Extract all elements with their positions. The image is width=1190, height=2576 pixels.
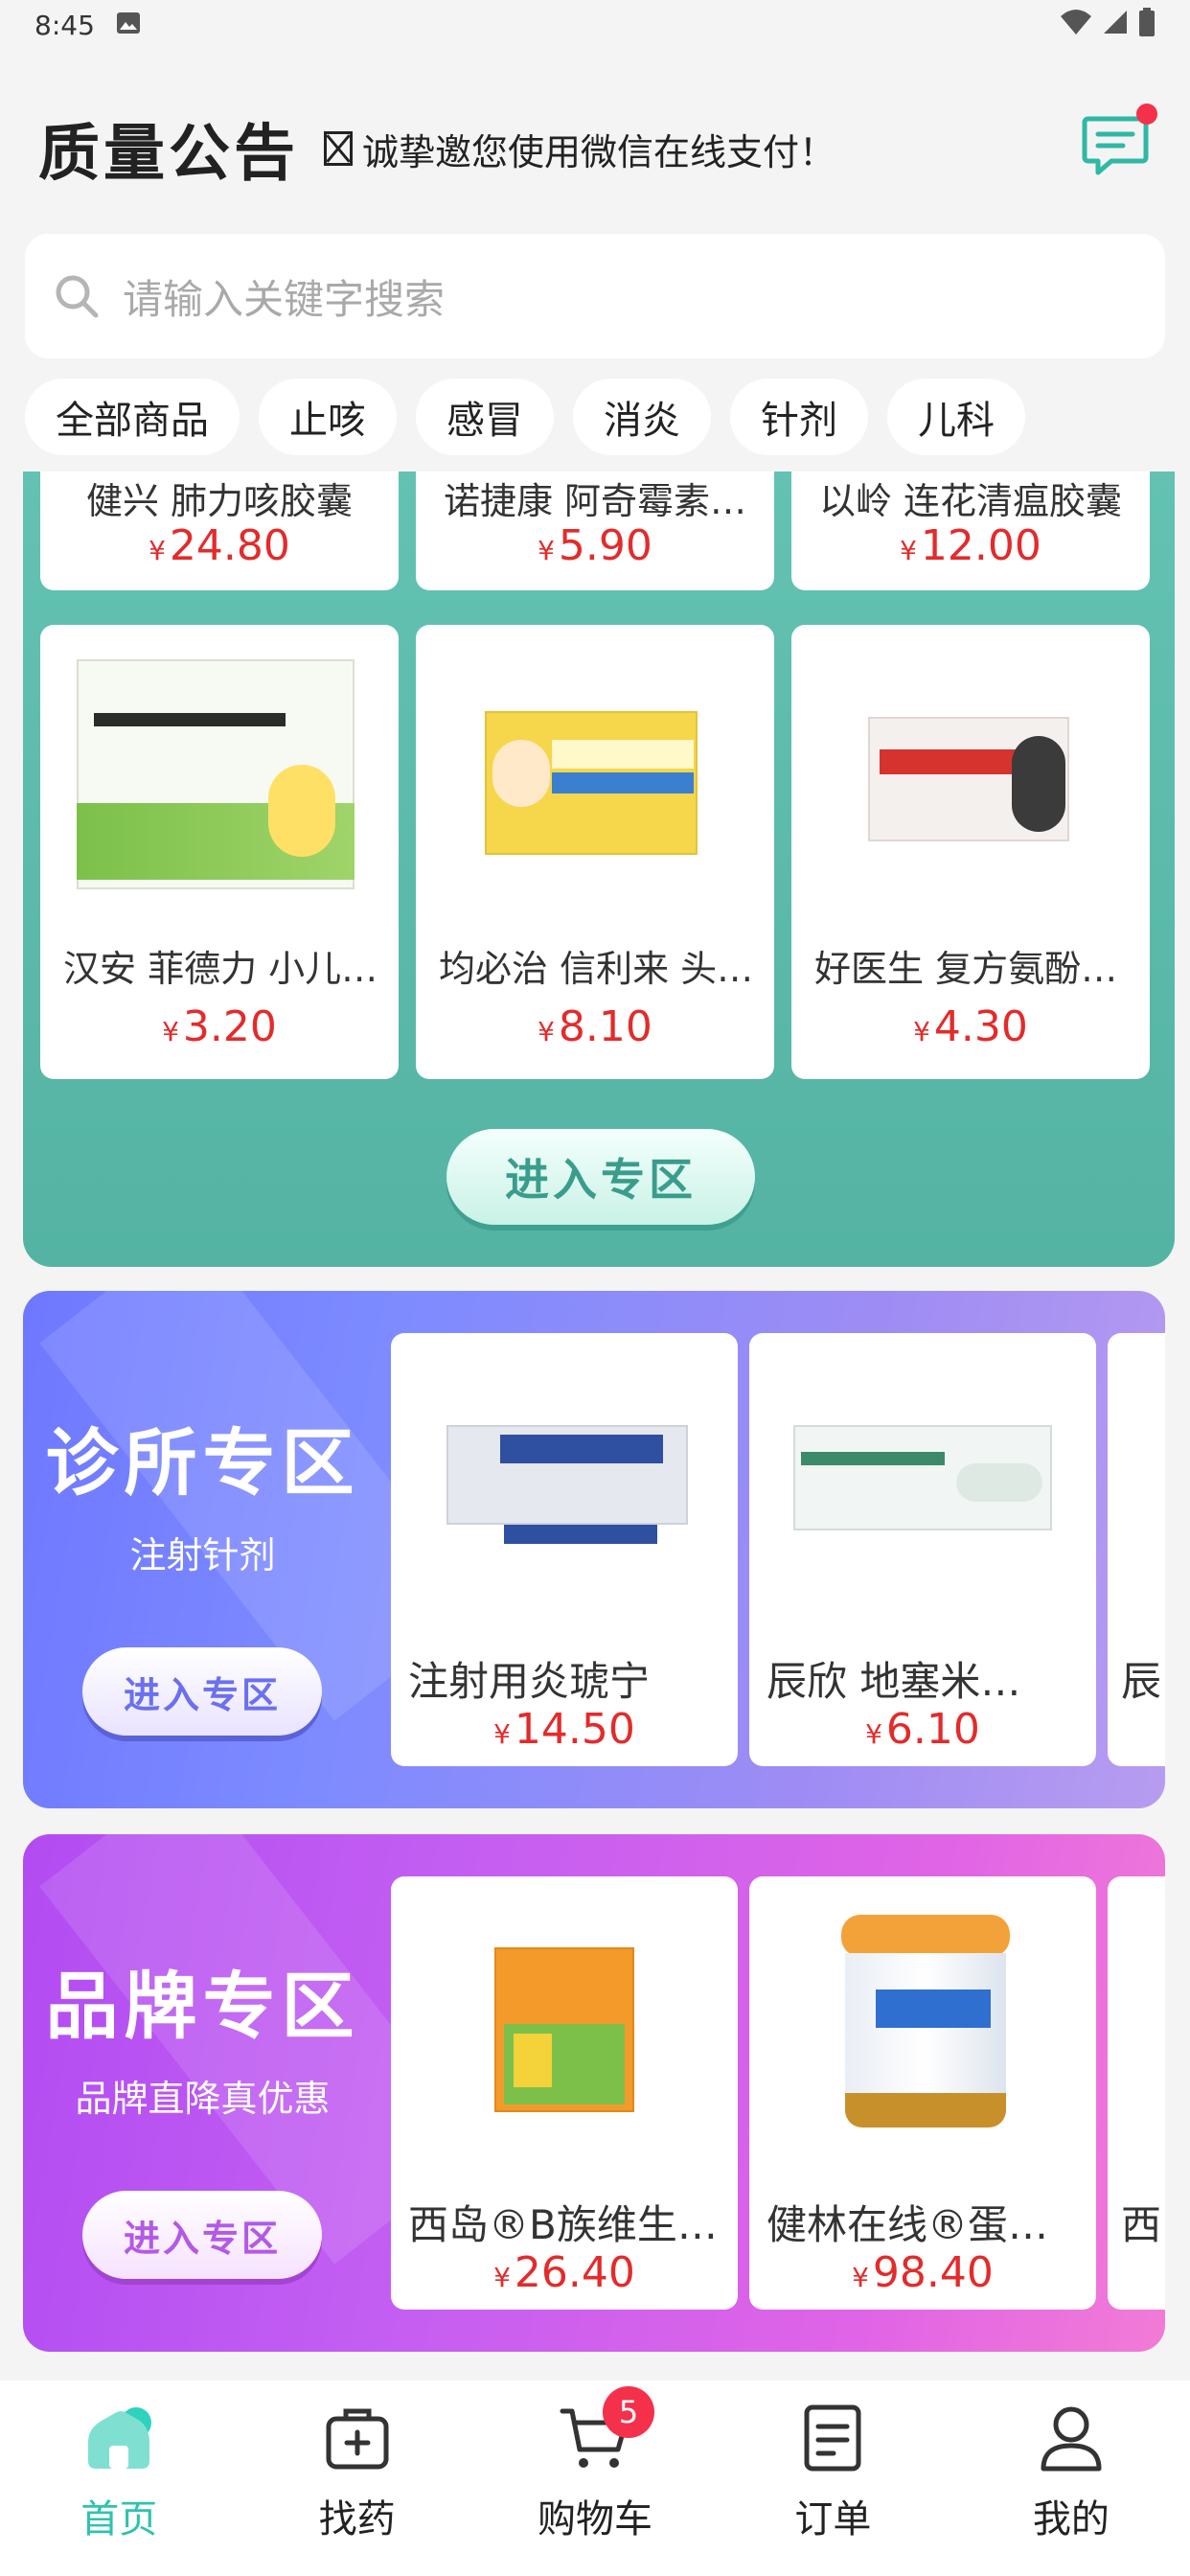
brand-zone-banner[interactable]: 品牌专区 品牌直降真优惠 进入专区 西岛®B族维生… ¥26.40 健林在线®蛋… [23, 1834, 1165, 2352]
product-card[interactable]: 好医生 复方氨酚… ¥4.30 [791, 625, 1150, 1079]
product-name: 均必治 信利来 头… [439, 948, 754, 990]
user-profile-icon [1033, 2400, 1110, 2476]
product-card[interactable]: 以岭 连花清瘟胶囊 ¥12.00 [791, 472, 1150, 590]
unread-dot [1136, 104, 1157, 125]
product-name: 诺捷康 阿奇霉素… [443, 480, 747, 522]
product-image [494, 1947, 638, 2120]
clinic-enter-button[interactable]: 进入专区 [82, 1647, 322, 1736]
nav-orders[interactable]: 订单 [714, 2380, 951, 2576]
tab-injection[interactable]: 针剂 [730, 379, 868, 455]
product-price: ¥26.40 [493, 2248, 635, 2297]
product-card[interactable]: 诺捷康 阿奇霉素… ¥5.90 [416, 472, 774, 590]
missing-glyph-icon [324, 131, 353, 166]
product-name: 西岛®B族维生… [408, 2201, 718, 2248]
clinic-zone-banner[interactable]: 诊所专区 注射针剂 进入专区 注射用炎琥宁 ¥14.50 辰欣 地塞米… ¥6.… [23, 1291, 1165, 1808]
clinic-zone-subtitle: 注射针剂 [129, 1534, 276, 1576]
product-name: 好医生 复方氨酚… [814, 948, 1118, 990]
home-icon [80, 2400, 157, 2476]
product-card[interactable]: 健兴 肺力咳胶囊 ¥24.80 [40, 472, 399, 590]
featured-section: 健兴 肺力咳胶囊 ¥24.80 诺捷康 阿奇霉素… ¥5.90 以岭 连花清瘟胶… [23, 472, 1175, 1267]
product-name: 辰 [1121, 1658, 1162, 1705]
product-image [485, 711, 698, 864]
product-price: ¥14.50 [493, 1705, 635, 1754]
product-card[interactable]: 辰 [1108, 1333, 1165, 1766]
product-name: 健林在线®蛋… [767, 2201, 1049, 2248]
product-name: 健兴 肺力咳胶囊 [85, 480, 354, 522]
medical-kit-icon [319, 2400, 396, 2476]
product-price: ¥8.10 [538, 1002, 652, 1051]
brand-zone-title: 品牌专区 [45, 1964, 360, 2049]
product-card[interactable]: 健林在线®蛋… ¥98.40 [749, 1876, 1096, 2310]
nav-mine[interactable]: 我的 [952, 2380, 1190, 2576]
nav-home[interactable]: 首页 [0, 2380, 238, 2576]
product-card[interactable]: 均必治 信利来 头… ¥8.10 [416, 625, 774, 1079]
product-name: 西 [1121, 2201, 1162, 2248]
bottom-nav: 首页 找药 5 购物车 订单 我的 [0, 2380, 1190, 2576]
nav-mine-label: 我的 [1032, 2497, 1110, 2542]
tab-cough[interactable]: 止咳 [259, 379, 397, 455]
battery-icon [1138, 7, 1156, 43]
product-image [77, 659, 362, 889]
search-bar[interactable]: 请输入关键字搜索 [25, 234, 1165, 358]
nav-cart[interactable]: 5 购物车 [476, 2380, 714, 2576]
product-price: ¥12.00 [900, 521, 1041, 570]
shopping-cart-icon: 5 [557, 2386, 655, 2476]
product-price: ¥4.30 [913, 1002, 1028, 1051]
brand-enter-button[interactable]: 进入专区 [82, 2191, 322, 2279]
product-image [446, 1425, 688, 1552]
category-tabs: 全部商品 止咳 感冒 消炎 针剂 儿科 [25, 379, 1190, 455]
header: 质量公告 诚挚邀您使用微信在线支付！ [0, 96, 1190, 201]
product-image [841, 1915, 1010, 2135]
brand-zone-subtitle: 品牌直降真优惠 [75, 2078, 331, 2120]
product-card[interactable]: 汉安 菲德力 小儿… ¥3.20 [40, 625, 399, 1079]
status-time: 8:45 [34, 9, 95, 41]
search-icon [56, 275, 99, 318]
product-price: ¥3.20 [162, 1002, 277, 1051]
tab-cold[interactable]: 感冒 [416, 379, 554, 455]
product-image [793, 1425, 1052, 1540]
product-price: ¥6.10 [865, 1705, 980, 1754]
product-card[interactable]: 辰欣 地塞米… ¥6.10 [749, 1333, 1096, 1766]
tab-anti-inflammatory[interactable]: 消炎 [573, 379, 711, 455]
product-price: ¥5.90 [538, 521, 652, 570]
cart-count-badge: 5 [603, 2386, 655, 2438]
product-card[interactable]: 注射用炎琥宁 ¥14.50 [391, 1333, 738, 1766]
product-image [868, 717, 1069, 851]
product-name: 注射用炎琥宁 [408, 1658, 651, 1705]
status-bar: 8:45 [0, 0, 1190, 50]
product-price: ¥98.40 [852, 2248, 994, 2297]
nav-find-medicine[interactable]: 找药 [238, 2380, 475, 2576]
gallery-icon [116, 10, 141, 41]
tab-all-products[interactable]: 全部商品 [25, 379, 240, 455]
nav-cart-label: 购物车 [538, 2497, 653, 2542]
product-card[interactable]: 西 [1108, 1876, 1165, 2310]
search-input[interactable]: 请输入关键字搜索 [123, 267, 445, 326]
message-button[interactable] [1079, 104, 1157, 182]
nav-home-label: 首页 [80, 2497, 158, 2542]
notice-text: 诚挚邀您使用微信在线支付！ [362, 130, 836, 173]
signal-icon [1102, 9, 1129, 42]
product-name: 辰欣 地塞米… [767, 1658, 1021, 1705]
quality-notice-title[interactable]: 质量公告 [38, 104, 299, 193]
nav-orders-label: 订单 [794, 2497, 872, 2542]
tab-pediatrics[interactable]: 儿科 [887, 379, 1025, 455]
product-name: 汉安 菲德力 小儿… [63, 948, 378, 990]
clinic-zone-title: 诊所专区 [45, 1420, 360, 1506]
enter-zone-button[interactable]: 进入专区 [446, 1129, 755, 1225]
product-name: 以岭 连花清瘟胶囊 [818, 480, 1123, 522]
product-card[interactable]: 西岛®B族维生… ¥26.40 [391, 1876, 738, 2310]
nav-find-label: 找药 [318, 2497, 396, 2542]
order-list-icon [794, 2400, 871, 2476]
product-price: ¥24.80 [149, 521, 290, 570]
wifi-icon [1060, 9, 1092, 42]
notice-marquee[interactable]: 诚挚邀您使用微信在线支付！ [324, 123, 835, 175]
